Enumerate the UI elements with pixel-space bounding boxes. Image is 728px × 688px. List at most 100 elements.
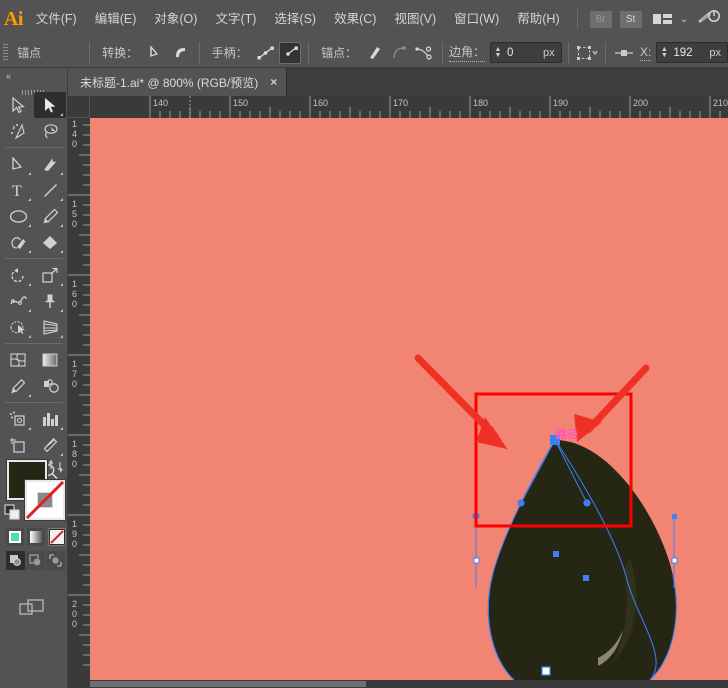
svg-text:0: 0 <box>72 379 77 389</box>
change-screen-mode-icon[interactable] <box>16 596 50 620</box>
toolbox: T <box>2 92 66 484</box>
type-tool[interactable]: T <box>2 177 34 203</box>
slice-tool[interactable] <box>34 432 66 458</box>
connect-anchors-icon[interactable] <box>388 42 410 64</box>
document-tab[interactable]: 未标题-1.ai* @ 800% (RGB/预览) × <box>68 68 287 96</box>
control-divider-6 <box>605 42 606 64</box>
align-icon[interactable] <box>613 42 635 64</box>
x-coordinate-label[interactable]: X: <box>640 45 651 61</box>
anchors-label: 锚点： <box>315 44 363 61</box>
default-fill-stroke-icon[interactable] <box>4 504 21 526</box>
close-icon[interactable]: × <box>270 75 277 89</box>
mesh-tool[interactable] <box>2 347 34 373</box>
svg-text:T: T <box>12 183 22 199</box>
menu-edit[interactable]: 编辑(E) <box>86 0 146 38</box>
svg-text:5: 5 <box>72 209 77 219</box>
menu-view[interactable]: 视图(V) <box>385 0 445 38</box>
svg-text:190: 190 <box>553 98 568 108</box>
pen-tool[interactable] <box>2 151 34 177</box>
collapse-panel-icon[interactable]: « <box>0 68 68 84</box>
selection-tool[interactable] <box>2 92 34 118</box>
svg-text:0: 0 <box>72 219 77 229</box>
width-tool[interactable] <box>2 288 34 314</box>
menu-file[interactable]: 文件(F) <box>27 0 86 38</box>
eyedropper-tool[interactable] <box>2 373 34 399</box>
vertical-ruler-ticks: 140150160170180190200 <box>68 118 90 688</box>
column-graph-tool[interactable] <box>34 406 66 432</box>
corner-label[interactable]: 边角： <box>449 43 485 62</box>
ellipse-tool[interactable] <box>2 203 34 229</box>
tool-flyout-indicator <box>28 394 31 397</box>
show-handles-icon[interactable] <box>255 42 277 64</box>
transform-panel-icon[interactable] <box>576 42 598 64</box>
symbol-sprayer-tool[interactable] <box>2 406 34 432</box>
menu-help[interactable]: 帮助(H) <box>508 0 568 38</box>
scrollbar-thumb[interactable] <box>90 681 366 687</box>
menu-type[interactable]: 文字(T) <box>206 0 265 38</box>
chevron-down-icon[interactable]: ⌄ <box>680 14 688 25</box>
rotate-tool[interactable] <box>2 262 34 288</box>
arrange-documents-icon[interactable] <box>652 12 674 26</box>
tool-flyout-indicator <box>60 172 63 175</box>
gradient-tool[interactable] <box>34 347 66 373</box>
draw-inside-icon[interactable] <box>46 551 65 570</box>
color-mode-icon[interactable] <box>6 528 24 546</box>
svg-text:0: 0 <box>72 459 77 469</box>
tool-flyout-indicator <box>28 224 31 227</box>
menu-object[interactable]: 对象(O) <box>145 0 206 38</box>
direct-selection-tool[interactable] <box>34 92 66 118</box>
svg-text:7: 7 <box>72 369 77 379</box>
menu-window[interactable]: 窗口(W) <box>445 0 508 38</box>
horizontal-scrollbar[interactable] <box>90 680 728 688</box>
bridge-button[interactable]: Br <box>590 11 612 28</box>
free-transform-tool[interactable] <box>34 288 66 314</box>
x-coordinate-input[interactable] <box>671 47 709 59</box>
menu-select[interactable]: 选择(S) <box>265 0 325 38</box>
x-stepper[interactable]: ▲▼ <box>657 43 671 62</box>
corner-radius-field[interactable]: ▲▼ px <box>490 42 562 63</box>
stroke-swatch[interactable] <box>25 480 65 520</box>
anchor-right-mid <box>672 558 677 563</box>
hide-handles-icon[interactable] <box>279 42 301 64</box>
menu-bar-right-cluster: Br St ⌄ <box>569 0 728 38</box>
draw-behind-icon[interactable] <box>26 551 45 570</box>
document-tab-title: 未标题-1.ai* @ 800% (RGB/预览) <box>80 74 258 91</box>
menu-effect[interactable]: 效果(C) <box>325 0 385 38</box>
x-coordinate-field[interactable]: ▲▼ px <box>656 42 728 63</box>
shape-builder-tool[interactable] <box>2 314 34 340</box>
convert-to-corner-icon[interactable] <box>145 42 167 64</box>
blend-tool[interactable] <box>34 373 66 399</box>
artboard[interactable] <box>90 118 728 680</box>
draw-normal-icon[interactable] <box>6 551 25 570</box>
none-mode-icon[interactable] <box>48 528 66 546</box>
corner-radius-input[interactable] <box>505 47 543 59</box>
remove-anchor-icon[interactable] <box>364 42 386 64</box>
scale-tool[interactable] <box>34 262 66 288</box>
canvas-area[interactable]: 路径 <box>90 118 728 680</box>
vertical-ruler[interactable]: 140150160170180190200 <box>68 118 90 688</box>
tool-flyout-indicator <box>60 198 63 201</box>
illustrator-window: Ai 文件(F) 编辑(E) 对象(O) 文字(T) 选择(S) 效果(C) 视… <box>0 0 728 688</box>
tool-flyout-indicator <box>60 283 63 286</box>
gradient-mode-icon[interactable] <box>27 528 45 546</box>
control-bar-grip[interactable] <box>0 38 11 68</box>
eraser-tool[interactable] <box>34 229 66 255</box>
cut-path-icon[interactable] <box>413 42 435 64</box>
paintbrush-tool[interactable] <box>34 203 66 229</box>
convert-to-smooth-icon[interactable] <box>169 42 191 64</box>
swap-fill-stroke-icon[interactable] <box>48 458 64 479</box>
lasso-tool[interactable] <box>34 118 66 144</box>
corner-stepper[interactable]: ▲▼ <box>491 43 505 62</box>
line-segment-tool[interactable] <box>34 177 66 203</box>
magic-wand-tool[interactable] <box>2 118 34 144</box>
ruler-origin-corner[interactable] <box>68 96 90 118</box>
gradient-chip <box>30 531 42 543</box>
artboard-tool[interactable] <box>2 432 34 458</box>
toolbox-separator <box>2 144 66 151</box>
perspective-grid-tool[interactable] <box>34 314 66 340</box>
curvature-tool[interactable] <box>34 151 66 177</box>
sync-settings-icon[interactable] <box>696 8 720 31</box>
horizontal-ruler[interactable]: 140150160170180190200210 <box>90 96 728 118</box>
shaper-tool[interactable] <box>2 229 34 255</box>
stock-button[interactable]: St <box>620 11 642 28</box>
